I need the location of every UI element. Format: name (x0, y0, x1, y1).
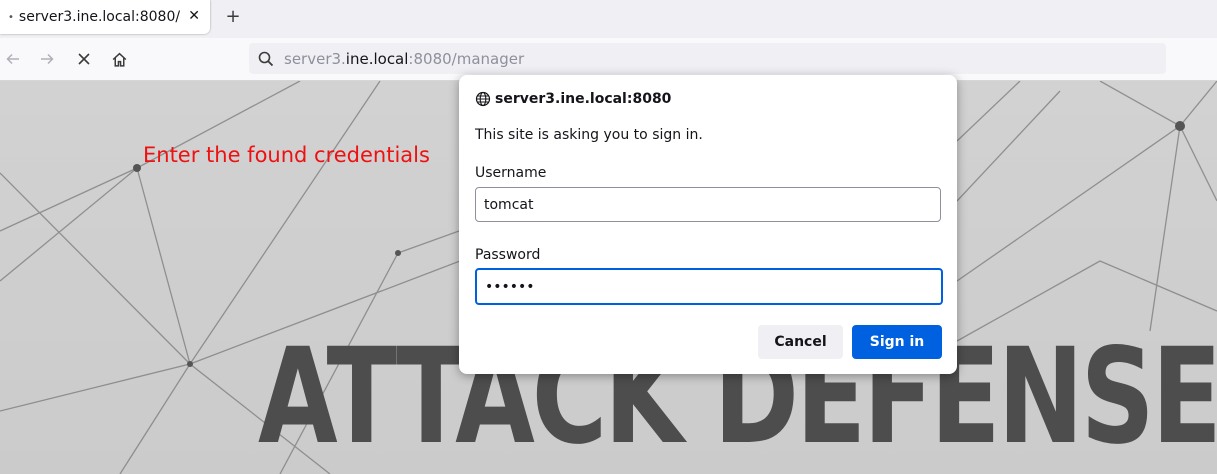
password-input[interactable]: •••••• (475, 268, 943, 305)
url-text: server3.ine.local:8080/manager (284, 49, 525, 68)
close-tab-icon[interactable]: ✕ (188, 8, 200, 24)
url-bar[interactable]: server3.ine.local:8080/manager (249, 43, 1166, 74)
dialog-origin-text: server3.ine.local:8080 (495, 91, 672, 107)
username-label: Username (475, 165, 547, 181)
tab-title: server3.ine.local:8080/ (18, 9, 181, 25)
new-tab-button[interactable]: + (224, 6, 242, 28)
auth-dialog: server3.ine.local:8080 This site is aski… (459, 75, 957, 374)
dialog-origin: server3.ine.local:8080 (475, 91, 671, 107)
back-arrow-icon[interactable] (2, 48, 24, 70)
username-value: tomcat (484, 196, 534, 213)
browser-tab[interactable]: • server3.ine.local:8080/ ✕ (0, 0, 210, 34)
loading-indicator: • (8, 11, 14, 23)
annotation-text: Enter the found credentials (143, 143, 430, 167)
sign-in-button[interactable]: Sign in (852, 325, 942, 359)
dialog-message: This site is asking you to sign in. (475, 127, 703, 143)
stop-icon[interactable] (73, 48, 95, 70)
password-value: •••••• (485, 278, 535, 295)
search-icon (258, 51, 274, 66)
username-input[interactable]: tomcat (475, 187, 941, 222)
home-icon[interactable] (108, 48, 130, 70)
tab-strip: • server3.ine.local:8080/ ✕ + (0, 0, 1217, 38)
globe-icon (475, 91, 491, 107)
password-label: Password (475, 247, 541, 263)
forward-arrow-icon[interactable] (36, 48, 58, 70)
cancel-button[interactable]: Cancel (758, 325, 843, 359)
